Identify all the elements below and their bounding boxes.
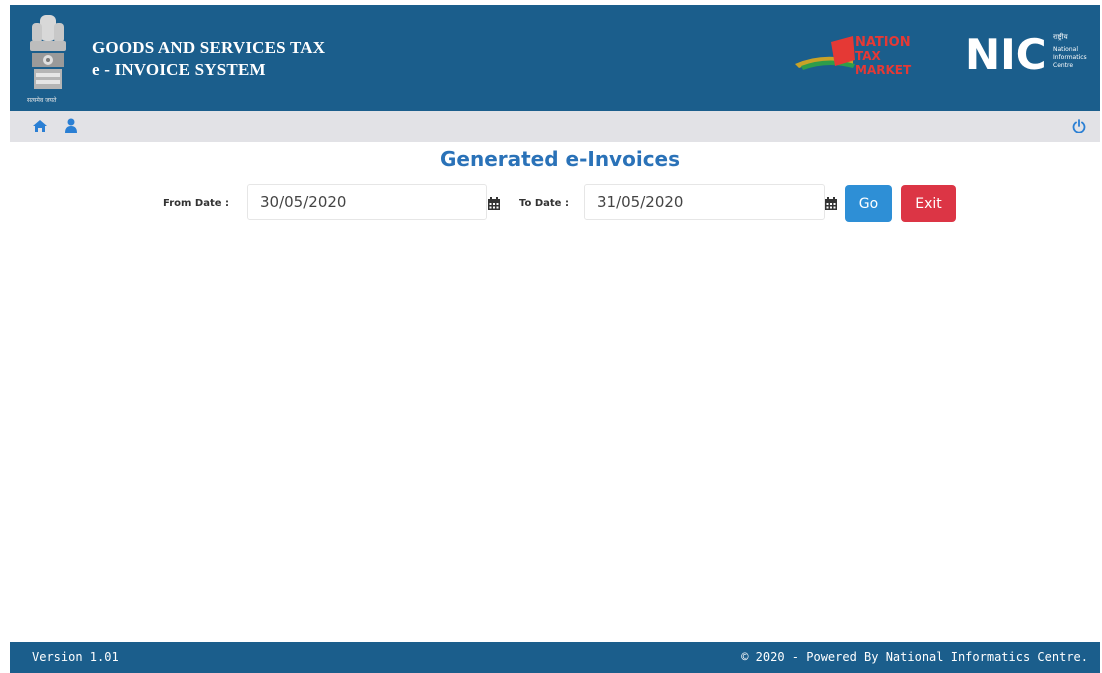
version-text: Version 1.01 — [32, 650, 119, 664]
header: सत्यमेव जयते GOODS AND SERVICES TAX e - … — [10, 5, 1100, 111]
ntm-logo-line2: TAX — [855, 49, 882, 63]
nation-tax-market-logo: NATION TAX MARKET — [795, 35, 912, 77]
nic-logo-hindi: राष्ट्रीय — [1053, 32, 1069, 41]
copyright-text: © 2020 - Powered By National Informatics… — [741, 650, 1088, 664]
exit-button[interactable]: Exit — [901, 185, 956, 222]
power-icon[interactable] — [1072, 119, 1086, 133]
nic-logo-text: NIC — [965, 30, 1047, 79]
site-title-line2: e - INVOICE SYSTEM — [92, 60, 266, 79]
page-title: Generated e-Invoices — [439, 147, 681, 171]
from-date-calendar-icon[interactable] — [488, 197, 500, 210]
site-title: GOODS AND SERVICES TAX e - INVOICE SYSTE… — [92, 37, 325, 81]
ntm-logo-line3: MARKET — [855, 63, 912, 77]
to-date-calendar-icon[interactable] — [825, 197, 837, 210]
from-date-input[interactable] — [247, 184, 487, 220]
nic-logo-sub3: Centre — [1053, 62, 1073, 69]
nic-logo: NIC राष्ट्रीय National Informatics Centr… — [965, 30, 1087, 79]
go-button[interactable]: Go — [845, 185, 892, 222]
to-date-label: To Date : — [519, 198, 569, 209]
ntm-logo-line1: NATION — [855, 35, 911, 50]
from-date-label: From Date : — [163, 198, 229, 209]
user-icon[interactable] — [65, 118, 77, 133]
site-title-line1: GOODS AND SERVICES TAX — [92, 38, 326, 57]
home-icon[interactable] — [32, 119, 48, 133]
to-date-input[interactable] — [584, 184, 825, 220]
app-frame: सत्यमेव जयते GOODS AND SERVICES TAX e - … — [10, 5, 1100, 673]
nav-bar — [10, 111, 1100, 142]
footer: Version 1.01 © 2020 - Powered By Nationa… — [10, 642, 1100, 673]
nic-logo-sub2: Informatics — [1053, 54, 1087, 61]
emblem-caption: सत्यमेव जयते — [27, 97, 57, 104]
nic-logo-sub1: National — [1053, 46, 1078, 53]
national-emblem-logo — [30, 15, 66, 89]
